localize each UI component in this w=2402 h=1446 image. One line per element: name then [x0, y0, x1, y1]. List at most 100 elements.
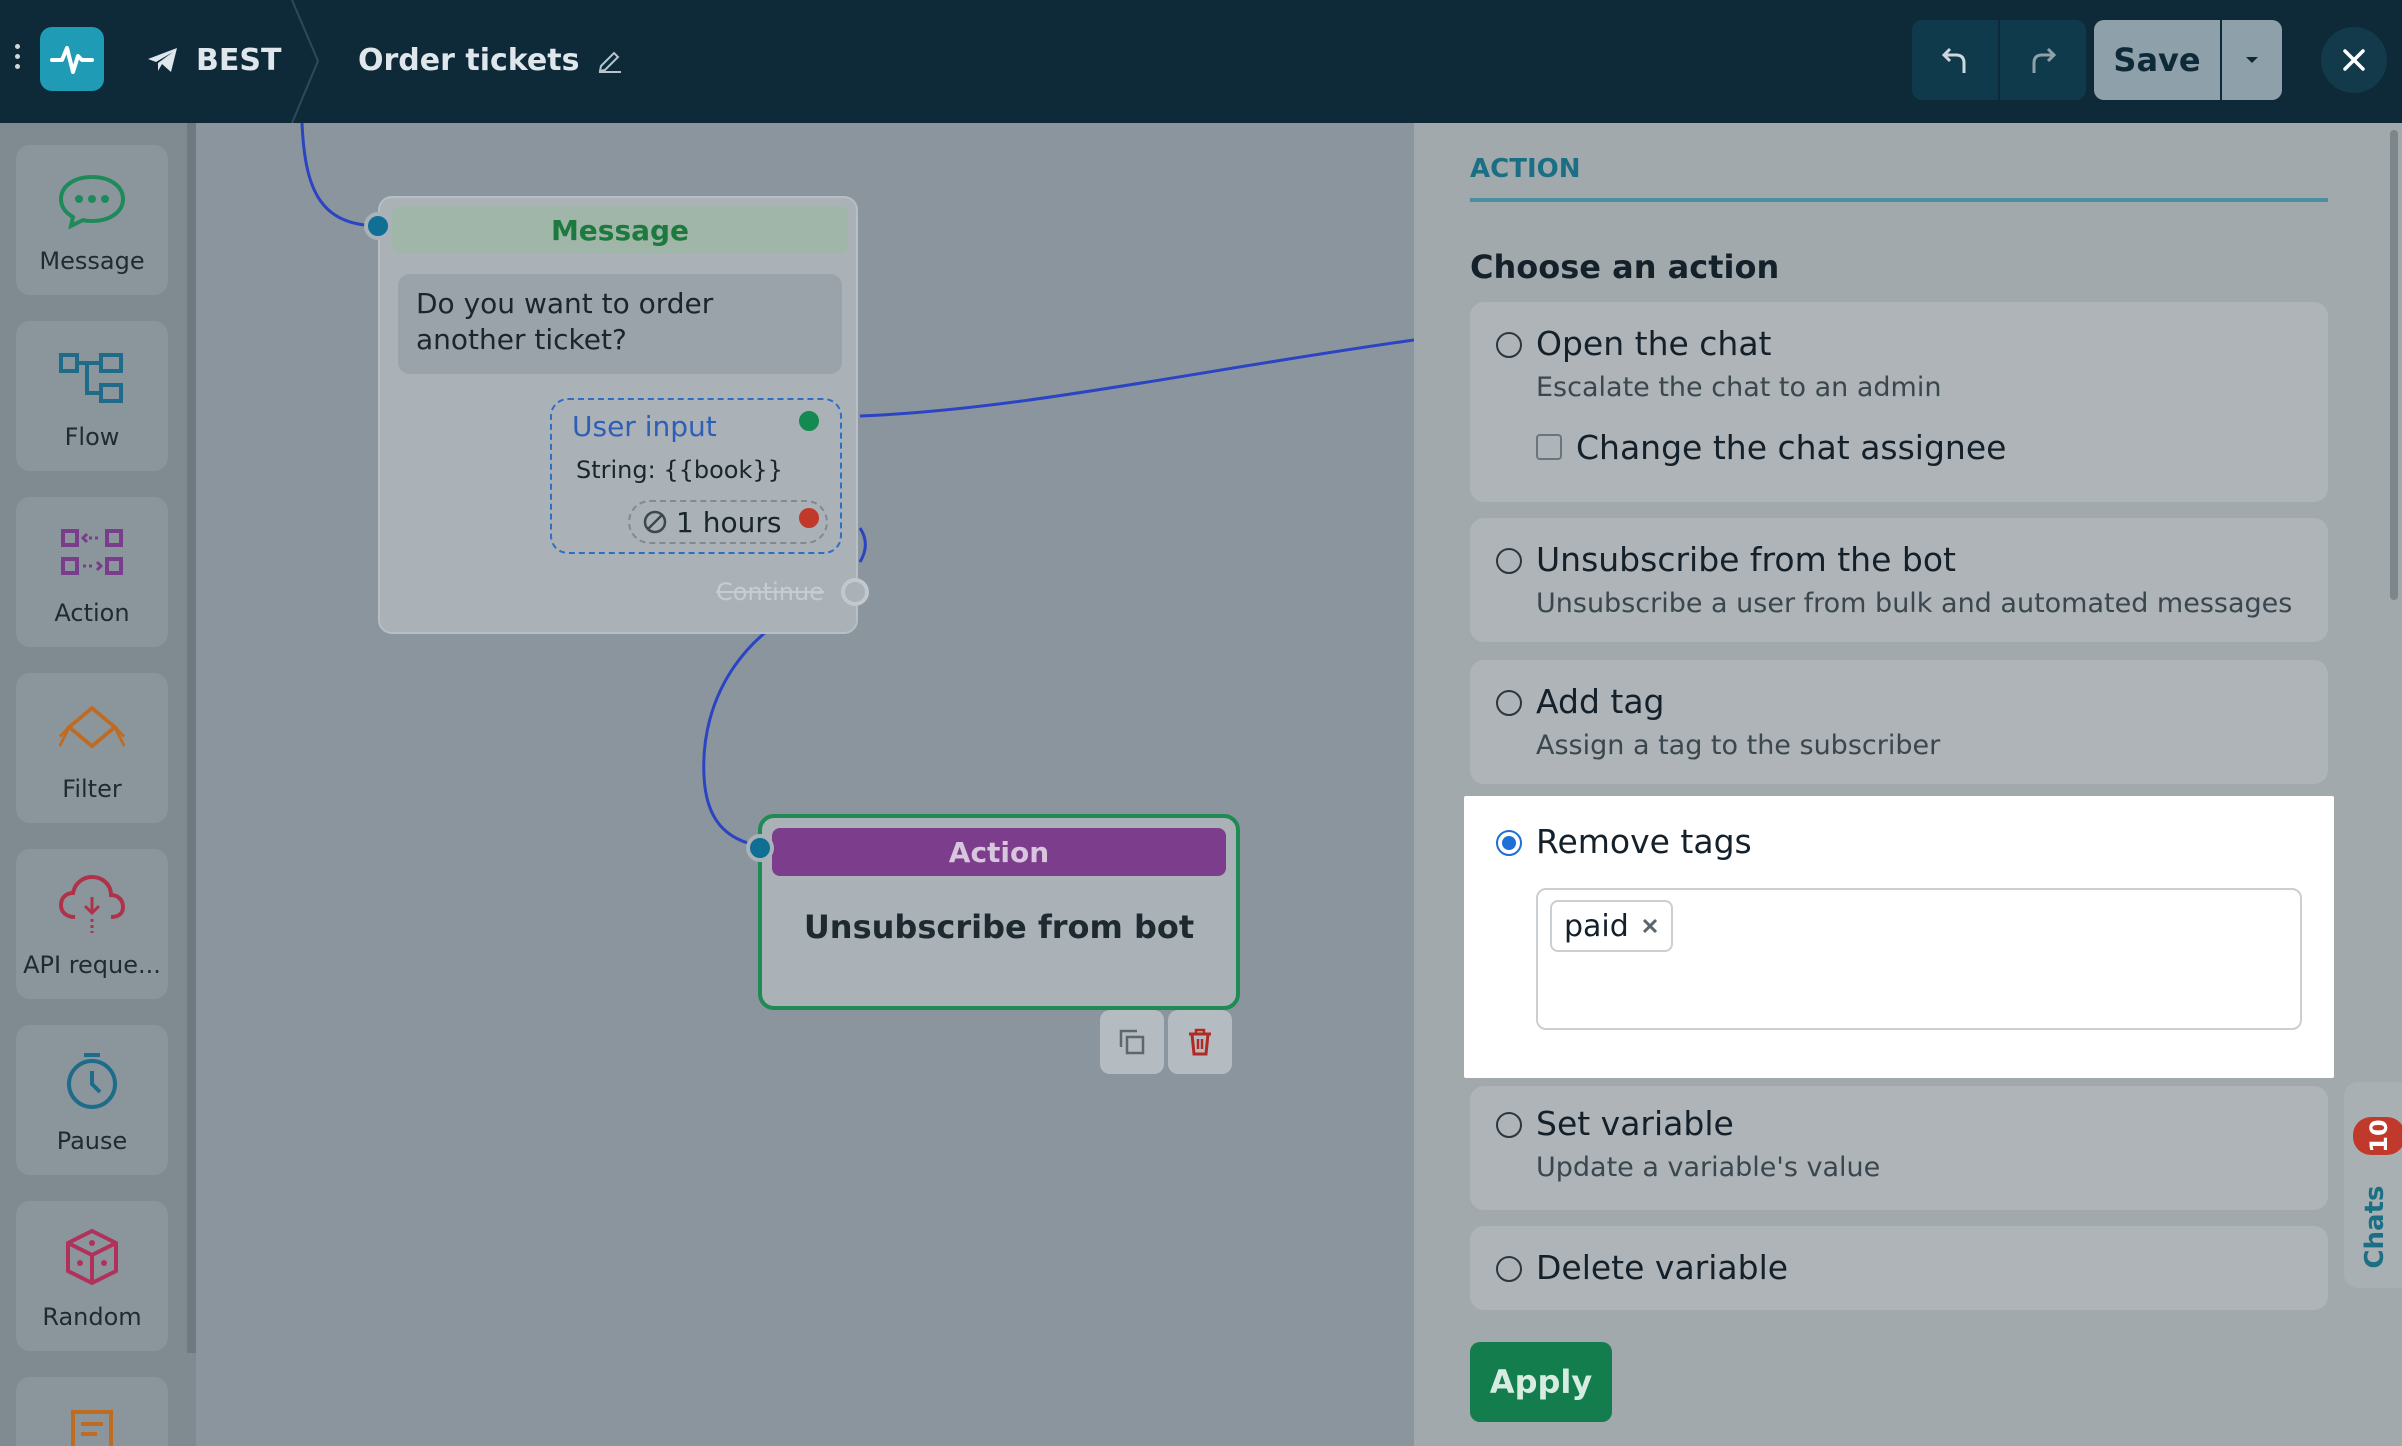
palette-item-pause[interactable]: Pause: [16, 1025, 168, 1175]
option-title: Unsubscribe from the bot: [1536, 540, 1956, 579]
palette-item-flow[interactable]: Flow: [16, 321, 168, 471]
unread-chats-badge: 10: [2353, 1117, 2402, 1155]
tab-underline: [1470, 198, 2328, 202]
telegram-icon: [148, 48, 177, 72]
duplicate-node-button[interactable]: [1100, 1010, 1164, 1074]
option-description: Assign a tag to the subscriber: [1536, 730, 1941, 761]
chats-label: Chats: [2360, 1185, 2390, 1269]
option-title: Delete variable: [1536, 1248, 1789, 1287]
radio-add-tag[interactable]: [1496, 690, 1522, 716]
edit-pencil-icon[interactable]: [597, 47, 623, 73]
note-icon: [71, 1410, 113, 1446]
option-description: Unsubscribe a user from bulk and automat…: [1536, 588, 2293, 619]
palette-scrollbar[interactable]: [187, 123, 196, 1353]
action-input-port[interactable]: [746, 834, 774, 862]
palette-item-message[interactable]: Message: [16, 145, 168, 295]
app-logo[interactable]: [40, 27, 104, 91]
flow-title[interactable]: Order tickets: [358, 38, 623, 82]
no-entry-icon: [643, 510, 667, 534]
user-input-success-port[interactable]: [795, 407, 823, 435]
breadcrumb-divider: [291, 0, 320, 123]
timeout-port[interactable]: [795, 504, 823, 532]
option-add-tag[interactable]: Add tag Assign a tag to the subscriber: [1470, 660, 2328, 784]
dice-icon: [66, 1228, 118, 1286]
action-node-header: Action: [772, 828, 1226, 876]
clock-icon: [67, 1053, 117, 1109]
option-title: Add tag: [1536, 682, 1665, 721]
option-title: Set variable: [1536, 1104, 1734, 1143]
option-title: Open the chat: [1536, 324, 1772, 363]
message-input-port[interactable]: [364, 212, 392, 240]
palette-label: API reque...: [23, 951, 161, 979]
message-text[interactable]: Do you want to order another ticket?: [398, 274, 842, 374]
copy-icon: [1119, 1029, 1145, 1055]
tag-label: paid: [1564, 908, 1629, 944]
option-remove-tags[interactable]: Remove tags paid: [1464, 796, 2334, 1078]
palette-item-api-request[interactable]: API reque...: [16, 849, 168, 999]
redo-button[interactable]: [2000, 20, 2086, 100]
top-bar: BEST Order tickets Save: [0, 0, 2402, 123]
palette-label: Pause: [56, 1127, 128, 1155]
trash-icon: [1189, 1028, 1211, 1056]
option-set-variable[interactable]: Set variable Update a variable's value: [1470, 1086, 2328, 1210]
action-node[interactable]: Action Unsubscribe from bot: [758, 814, 1240, 1010]
delete-node-button[interactable]: [1168, 1010, 1232, 1074]
palette-item-action[interactable]: Action: [16, 497, 168, 647]
option-title: Remove tags: [1536, 822, 1752, 861]
remove-tag-icon[interactable]: [1641, 917, 1659, 935]
palette-item-note[interactable]: [16, 1377, 168, 1446]
radio-delete-variable[interactable]: [1496, 1256, 1522, 1282]
bot-selector[interactable]: BEST: [146, 38, 281, 82]
section-title: Choose an action: [1470, 248, 1780, 286]
panel-scrollbar[interactable]: [2390, 130, 2398, 600]
message-bubble-icon: [58, 174, 126, 229]
radio-open-chat[interactable]: [1496, 332, 1522, 358]
user-input-title: User input: [572, 410, 717, 443]
palette-label: Action: [54, 599, 130, 627]
palette-label: Message: [39, 247, 145, 275]
checkbox-label: Change the chat assignee: [1576, 428, 2007, 467]
pulse-icon: [50, 46, 94, 74]
tag-chip: paid: [1550, 900, 1673, 952]
radio-set-variable[interactable]: [1496, 1112, 1522, 1138]
save-button[interactable]: Save: [2094, 20, 2220, 100]
palette-item-filter[interactable]: Filter: [16, 673, 168, 823]
option-description: Update a variable's value: [1536, 1152, 1881, 1183]
option-open-chat[interactable]: Open the chat Escalate the chat to an ad…: [1470, 302, 2328, 502]
close-icon: [2343, 49, 2365, 71]
undo-button[interactable]: [1912, 20, 1998, 100]
undo-icon: [1941, 47, 1966, 73]
flow-title-text: Order tickets: [358, 42, 580, 78]
action-icon: [61, 529, 123, 575]
more-menu-icon[interactable]: [12, 44, 22, 80]
option-delete-variable[interactable]: Delete variable: [1470, 1226, 2328, 1310]
chats-side-tab[interactable]: 10 Chats: [2344, 1082, 2402, 1288]
apply-button[interactable]: Apply: [1470, 1342, 1612, 1422]
radio-remove-tags[interactable]: [1496, 830, 1522, 856]
chevron-down-icon: [2246, 57, 2258, 63]
filter-icon: [58, 705, 126, 749]
palette-item-random[interactable]: Random: [16, 1201, 168, 1351]
redo-icon: [2032, 47, 2057, 73]
option-unsubscribe[interactable]: Unsubscribe from the bot Unsubscribe a u…: [1470, 518, 2328, 642]
continue-port[interactable]: [841, 578, 869, 606]
tags-input[interactable]: paid: [1536, 888, 2302, 1030]
action-node-body: Unsubscribe from bot: [803, 908, 1195, 946]
palette-label: Filter: [62, 775, 122, 803]
option-description: Escalate the chat to an admin: [1536, 372, 1942, 403]
bot-name: BEST: [196, 42, 282, 78]
message-node[interactable]: Message Do you want to order another tic…: [378, 196, 858, 634]
radio-unsubscribe[interactable]: [1496, 548, 1522, 574]
tab-action[interactable]: ACTION: [1470, 154, 1580, 184]
timeout-value: 1 hours: [676, 505, 782, 539]
palette-label: Random: [42, 1303, 142, 1331]
user-input-type: String: {{book}}: [576, 456, 783, 484]
message-node-header: Message: [392, 206, 848, 254]
api-cloud-icon: [58, 874, 126, 933]
close-button[interactable]: [2321, 27, 2387, 93]
save-options-dropdown[interactable]: [2222, 20, 2282, 100]
flow-icon: [59, 353, 123, 403]
palette-label: Flow: [64, 423, 120, 451]
continue-label: Continue: [716, 578, 824, 606]
change-assignee-checkbox[interactable]: [1536, 434, 1562, 460]
